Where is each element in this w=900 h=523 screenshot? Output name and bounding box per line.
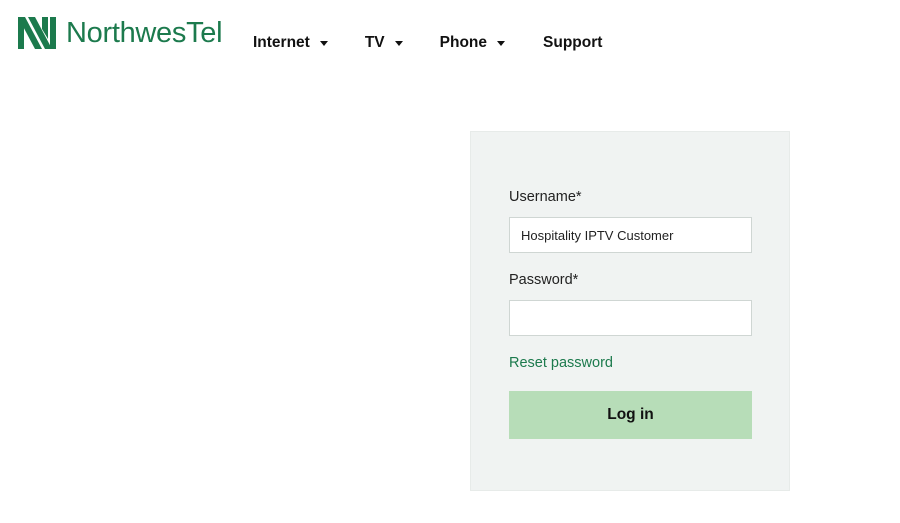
username-input[interactable] — [509, 217, 752, 253]
nav-item-phone[interactable]: Phone — [439, 34, 506, 52]
caret-down-icon — [394, 41, 403, 46]
northwestel-logo-icon — [18, 17, 56, 49]
username-label: Username* — [509, 189, 582, 205]
nav-item-tv[interactable]: TV — [365, 34, 403, 52]
nav-item-label: Phone — [439, 34, 488, 51]
caret-down-icon — [497, 41, 506, 46]
northwestel-logo[interactable]: NorthwesTel — [18, 16, 223, 50]
nav-item-label: Internet — [253, 34, 310, 51]
password-label: Password* — [509, 272, 579, 288]
password-input[interactable] — [509, 300, 752, 336]
nav-item-support[interactable]: Support — [543, 34, 602, 52]
main-nav: Internet TV Phone Support — [253, 33, 602, 53]
site-header: NorthwesTel Internet TV Phone Support — [0, 0, 900, 80]
logo-text: NorthwesTel — [66, 16, 223, 49]
reset-password-link[interactable]: Reset password — [509, 355, 613, 371]
caret-down-icon — [319, 41, 328, 46]
nav-item-internet[interactable]: Internet — [253, 34, 328, 52]
login-button[interactable]: Log in — [509, 391, 752, 439]
nav-item-label: Support — [543, 34, 603, 51]
nav-item-label: TV — [364, 34, 385, 51]
login-panel: Username* Password* Reset password Log i… — [470, 131, 790, 491]
